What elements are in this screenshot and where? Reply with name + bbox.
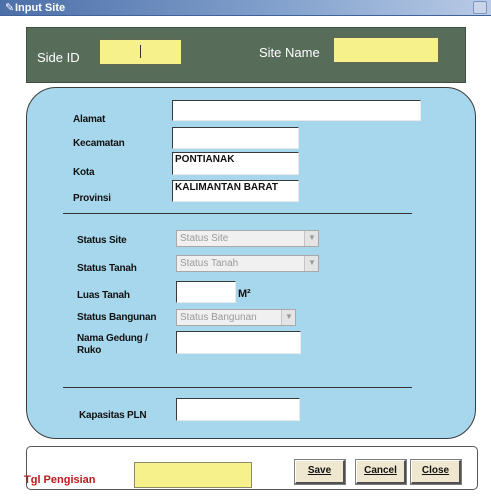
provinsi-input[interactable]: KALIMANTAN BARAT bbox=[172, 180, 299, 202]
nama-gedung-label: Nama Gedung / bbox=[77, 333, 148, 344]
nama-gedung-label-ruko: Ruko bbox=[77, 345, 102, 356]
provinsi-label: Provinsi bbox=[73, 193, 111, 204]
close-window-button[interactable] bbox=[473, 1, 487, 14]
chevron-down-icon: ▼ bbox=[308, 258, 316, 267]
site-id-label: Side ID bbox=[37, 50, 80, 65]
status-site-dropdown[interactable]: Status Site ▼ bbox=[176, 230, 319, 247]
site-name-label: Site Name bbox=[259, 45, 320, 60]
site-detail-panel: Alamat Kecamatan Kota PONTIANAK Provinsi… bbox=[26, 87, 476, 439]
close-button[interactable]: Close bbox=[410, 459, 462, 485]
alamat-label: Alamat bbox=[73, 114, 106, 125]
luas-tanah-label: Luas Tanah bbox=[77, 290, 130, 301]
site-header-panel: Side ID Site Name bbox=[26, 27, 466, 83]
title-bar: ✎ Input Site bbox=[0, 0, 491, 16]
kecamatan-label: Kecamatan bbox=[73, 138, 125, 149]
luas-unit-label: M² bbox=[238, 288, 251, 300]
luas-tanah-input[interactable] bbox=[176, 281, 236, 303]
tgl-pengisian-label: Tgl Pengisian bbox=[24, 474, 96, 486]
separator-line bbox=[63, 213, 412, 214]
status-site-dropdown-button[interactable]: ▼ bbox=[304, 231, 318, 246]
kota-input[interactable]: PONTIANAK bbox=[172, 152, 299, 175]
status-tanah-dropdown-button[interactable]: ▼ bbox=[304, 256, 318, 271]
window-title: Input Site bbox=[15, 2, 66, 14]
status-site-value: Status Site bbox=[180, 233, 229, 244]
kapasitas-pln-label: Kapasitas PLN bbox=[79, 410, 147, 421]
text-caret bbox=[140, 45, 141, 58]
kapasitas-pln-input[interactable] bbox=[176, 398, 300, 421]
status-bangunan-label: Status Bangunan bbox=[77, 312, 157, 323]
status-tanah-dropdown[interactable]: Status Tanah ▼ bbox=[176, 255, 319, 272]
alamat-input[interactable] bbox=[172, 100, 421, 121]
pencil-icon: ✎ bbox=[5, 2, 15, 14]
kecamatan-input[interactable] bbox=[172, 127, 299, 149]
chevron-down-icon: ▼ bbox=[285, 312, 293, 321]
status-tanah-value: Status Tanah bbox=[180, 258, 239, 269]
nama-gedung-input[interactable] bbox=[176, 331, 301, 354]
save-button[interactable]: Save bbox=[294, 459, 346, 485]
status-site-label: Status Site bbox=[77, 235, 127, 246]
tgl-pengisian-input[interactable] bbox=[134, 462, 252, 488]
site-id-input[interactable] bbox=[99, 39, 182, 65]
status-bangunan-dropdown[interactable]: Status Bangunan ▼ bbox=[176, 309, 296, 326]
status-bangunan-value: Status Bangunan bbox=[180, 312, 257, 323]
kota-label: Kota bbox=[73, 167, 95, 178]
separator-line bbox=[63, 387, 412, 388]
site-name-input[interactable] bbox=[333, 37, 439, 63]
cancel-button[interactable]: Cancel bbox=[355, 459, 407, 485]
status-tanah-label: Status Tanah bbox=[77, 263, 137, 274]
chevron-down-icon: ▼ bbox=[308, 233, 316, 242]
status-bangunan-dropdown-button[interactable]: ▼ bbox=[281, 310, 295, 325]
input-site-window: ✎ Input Site Side ID Site Name Alamat Ke… bbox=[0, 0, 491, 498]
